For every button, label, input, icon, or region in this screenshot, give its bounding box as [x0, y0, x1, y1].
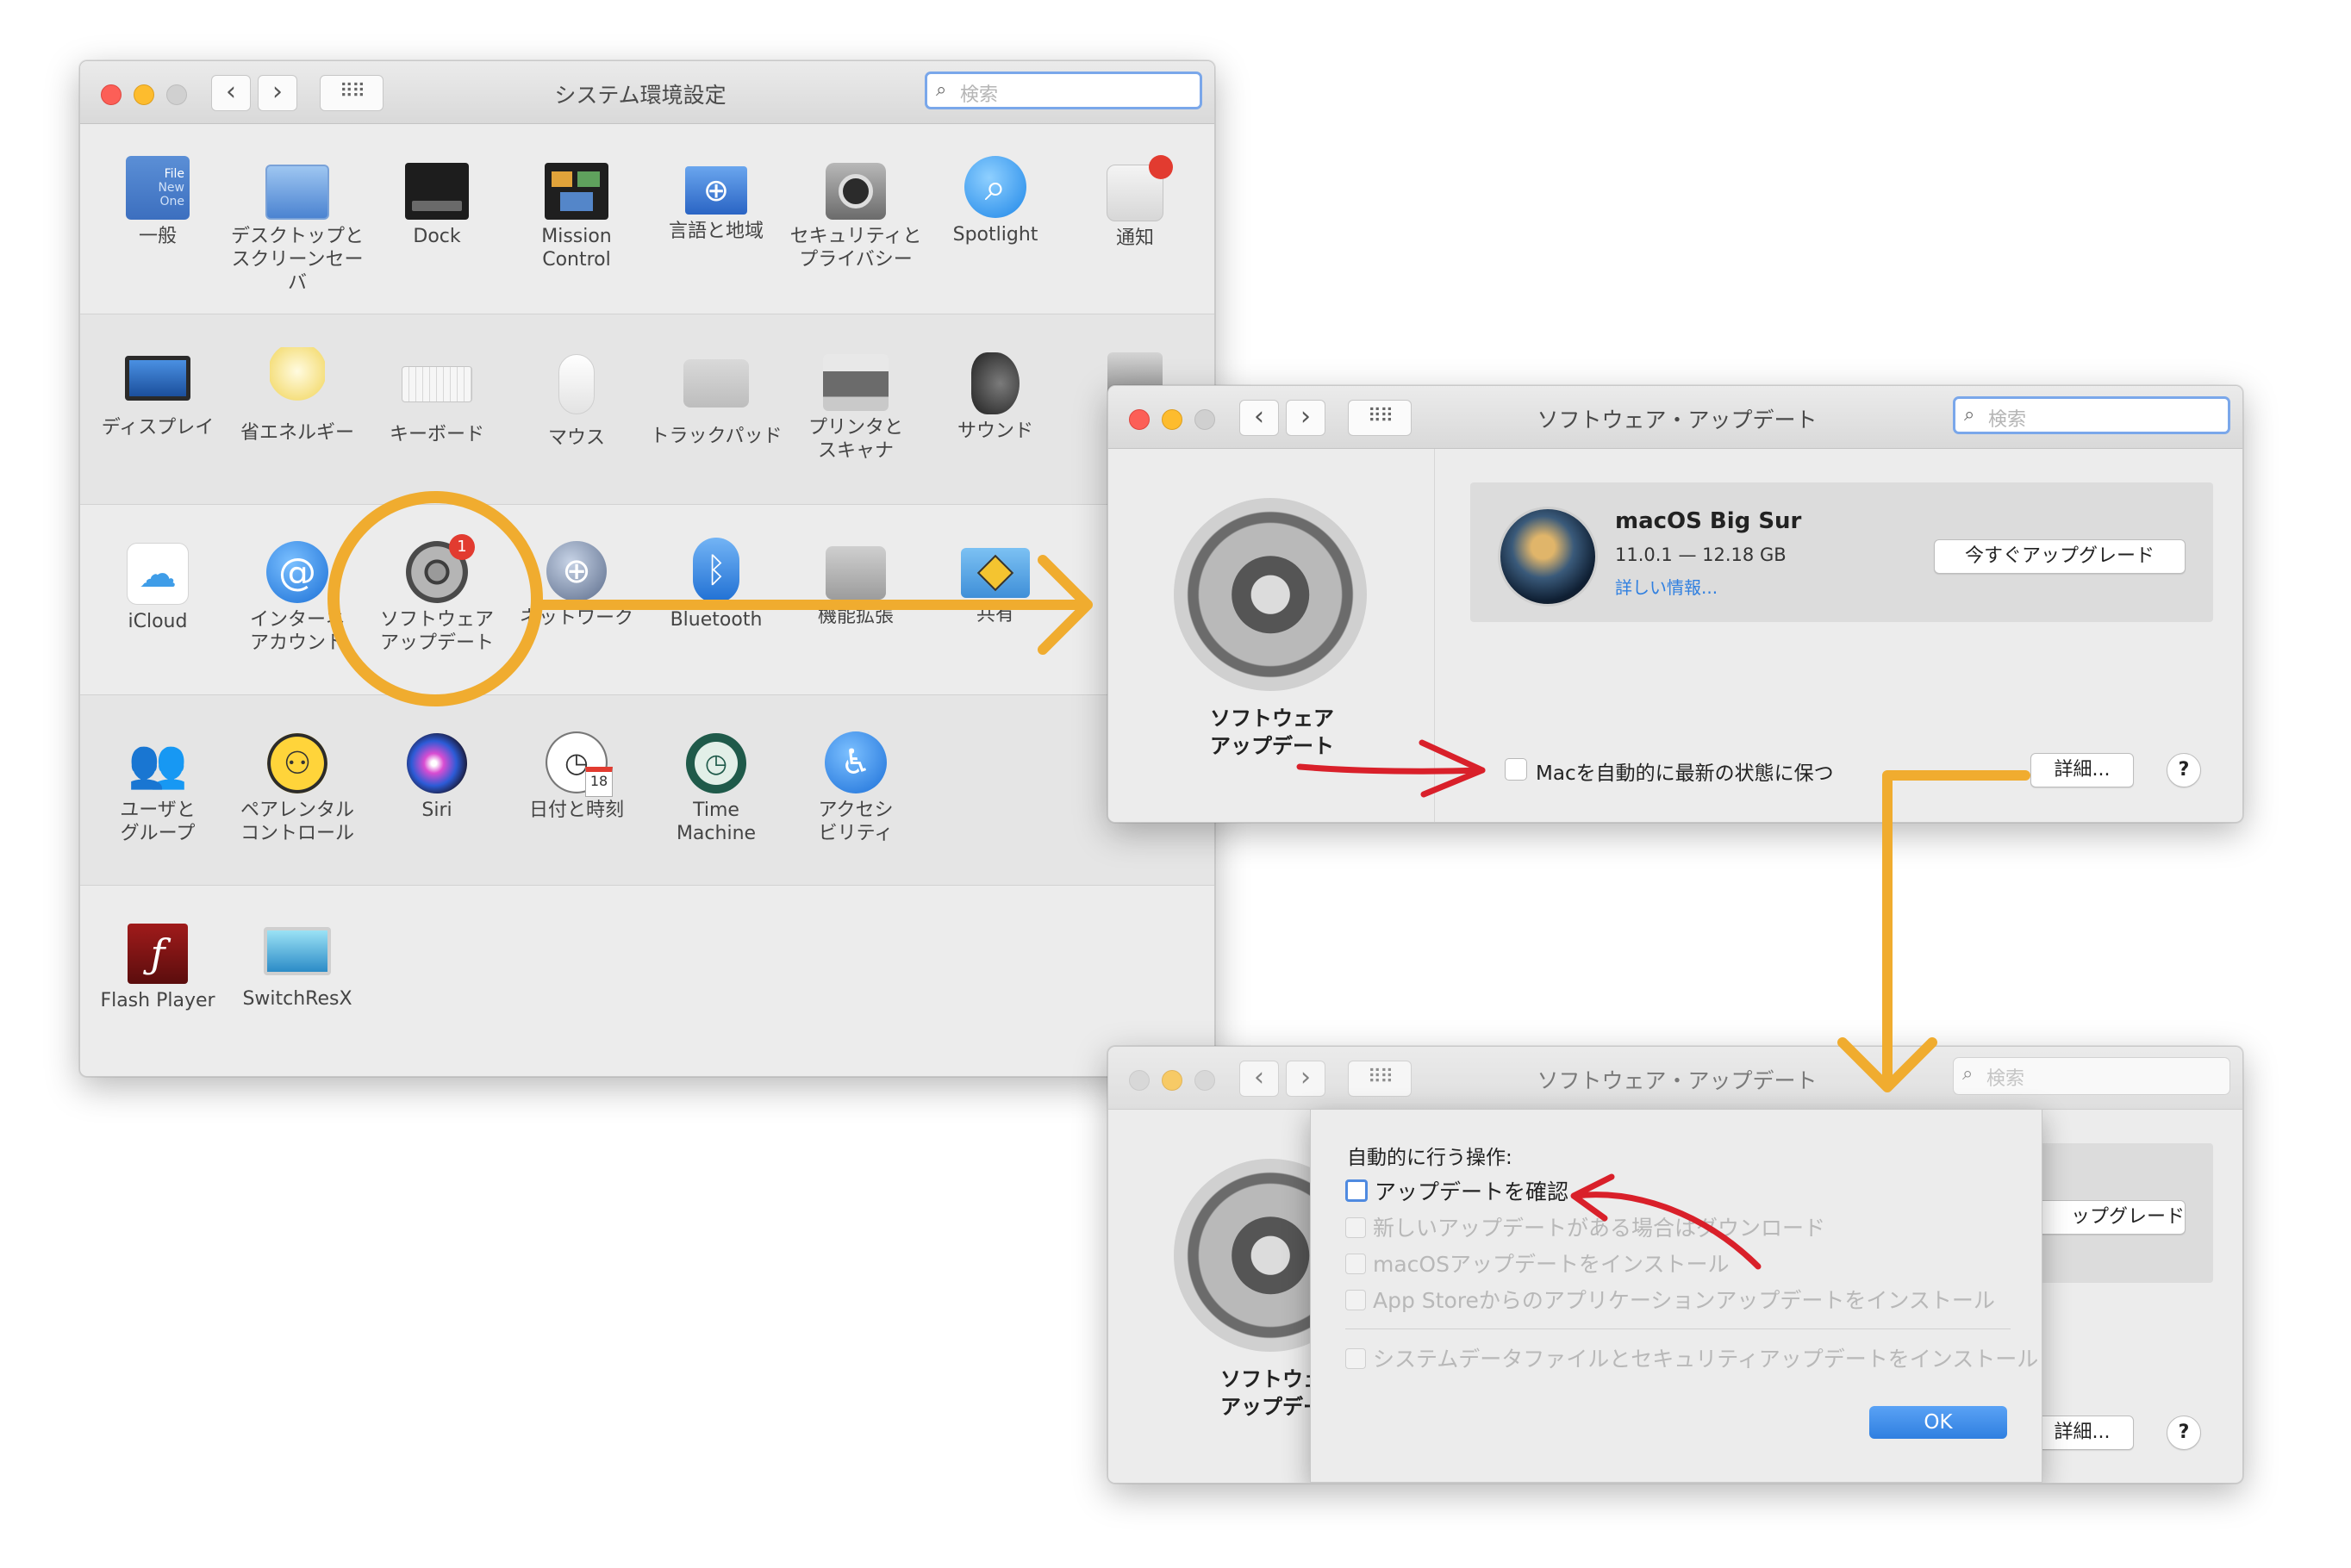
red-arrow-option — [1572, 1192, 1762, 1270]
annotations-overlay — [327, 491, 2030, 1270]
red-arrow-checkbox — [1296, 763, 1486, 775]
highlight-circle — [327, 491, 543, 706]
arrow-shaft-down — [1882, 770, 2030, 1087]
